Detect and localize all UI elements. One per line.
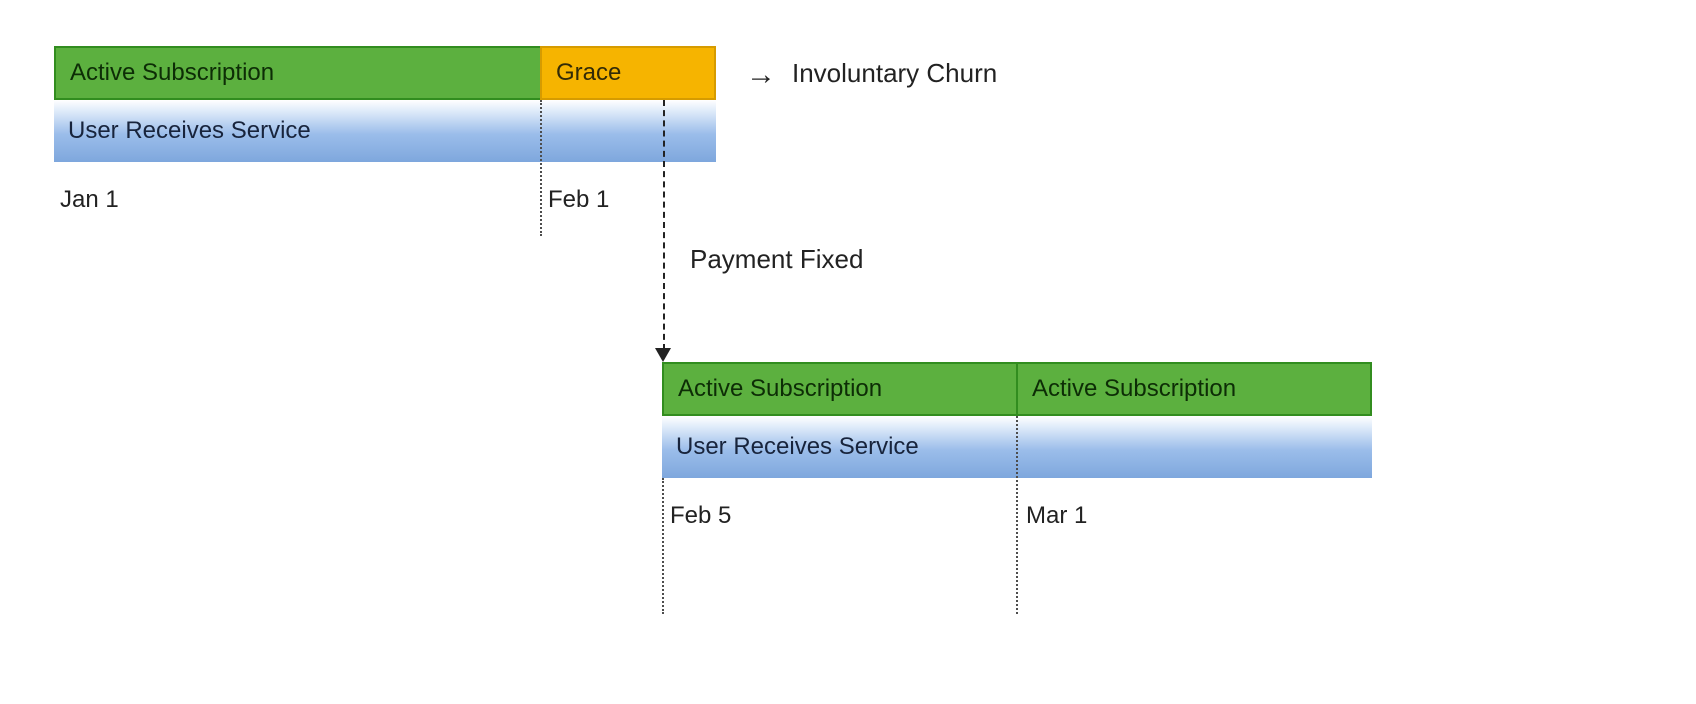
- bottom-active1-bar: Active Subscription: [662, 362, 1018, 416]
- bottom-service-label: User Receives Service: [676, 433, 919, 461]
- guideline-mar1: [1016, 416, 1018, 614]
- guideline-feb1: [540, 100, 542, 236]
- payment-fixed-label: Payment Fixed: [690, 244, 863, 275]
- top-grace-bar: Grace: [540, 46, 716, 100]
- payment-fixed-arrow-line: [663, 100, 665, 350]
- diagram-stage: Active Subscription Grace User Receives …: [0, 0, 1696, 704]
- bottom-date-mar1: Mar 1: [1026, 502, 1087, 530]
- top-active-subscription-bar: Active Subscription: [54, 46, 542, 100]
- top-service-bar: User Receives Service: [54, 100, 716, 162]
- arrow-down-icon: [655, 348, 671, 362]
- top-service-label: User Receives Service: [68, 117, 311, 145]
- bottom-active1-label: Active Subscription: [678, 375, 882, 403]
- top-date-feb1: Feb 1: [548, 186, 609, 214]
- bottom-active2-bar: Active Subscription: [1016, 362, 1372, 416]
- bottom-date-feb5: Feb 5: [670, 502, 731, 530]
- top-date-jan1: Jan 1: [60, 186, 119, 214]
- top-grace-label: Grace: [556, 59, 621, 87]
- arrow-right-icon: →: [746, 58, 776, 92]
- bottom-active2-label: Active Subscription: [1032, 375, 1236, 403]
- guideline-feb5: [662, 478, 664, 614]
- top-active-subscription-label: Active Subscription: [70, 59, 274, 87]
- involuntary-churn-label: Involuntary Churn: [792, 58, 997, 89]
